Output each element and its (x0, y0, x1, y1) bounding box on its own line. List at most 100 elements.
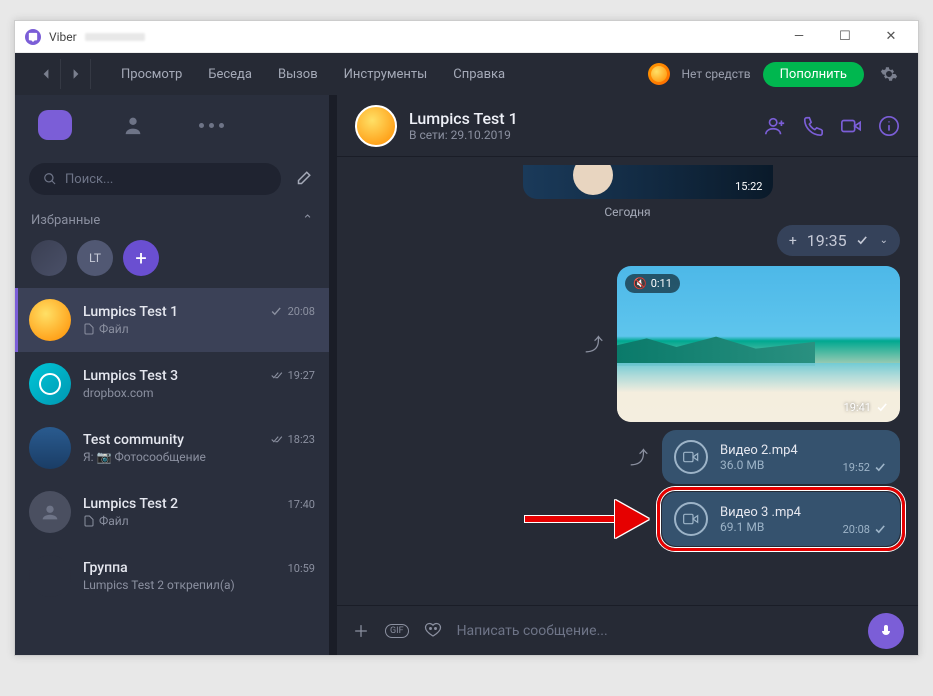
chat-preview: Lumpics Test 2 открепил(а) (83, 578, 315, 592)
sidebar: Поиск... Избранные ⌃ LT + Lumpics Test 1… (15, 95, 330, 655)
msg-time: 15:22 (735, 180, 762, 193)
tab-contacts[interactable] (115, 107, 151, 143)
video-call-button[interactable] (840, 115, 862, 137)
video-time: 19:41 (844, 401, 890, 414)
favorites-label: Избранные (31, 213, 100, 228)
voice-call-button[interactable] (802, 115, 824, 137)
search-input[interactable]: Поиск... (29, 163, 281, 195)
composer: GIF (337, 605, 918, 655)
nav-back-button[interactable] (31, 59, 61, 89)
search-icon (43, 172, 57, 186)
chat-avatar (29, 491, 71, 533)
forward-icon[interactable]: ⤴ (630, 444, 648, 470)
highlighted-annotation: Видео 3 .mp4 69.1 MB 20:08 (662, 492, 900, 546)
chat-item[interactable]: Lumpics Test 2 17:40 Файл (15, 480, 329, 544)
video-file-icon (674, 502, 708, 536)
sidebar-scrollbar[interactable] (330, 95, 337, 655)
chevron-down-icon: ⌄ (880, 235, 888, 246)
favorite-contact-1[interactable] (31, 240, 67, 276)
minimize-button[interactable]: — (776, 21, 822, 53)
chat-item[interactable]: Test community 18:23 Я: 📷 Фотосообщение (15, 416, 329, 480)
contact-avatar[interactable] (355, 105, 397, 147)
tab-chats[interactable] (37, 107, 73, 143)
check-icon (857, 236, 870, 245)
viber-logo-icon (25, 29, 41, 45)
file-time: 19:52 (843, 461, 888, 474)
title-blur (85, 33, 145, 41)
chat-avatar (29, 299, 71, 341)
menu-bar: Просмотр Беседа Вызов Инструменты Справк… (15, 53, 918, 95)
sticker-button[interactable] (423, 621, 443, 641)
chat-avatar (29, 363, 71, 405)
add-favorite-button[interactable]: + (123, 240, 159, 276)
file-icon (83, 323, 95, 335)
tab-more[interactable] (193, 107, 229, 143)
file-message[interactable]: Видео 2.mp4 36.0 MB 19:52 (662, 430, 900, 484)
chevron-up-icon: ⌃ (302, 213, 313, 228)
favorite-contact-2[interactable]: LT (77, 240, 113, 276)
arrow-annotation (524, 500, 649, 538)
video-message[interactable]: 🔇 0:11 19:41 (617, 266, 900, 422)
file-size: 36.0 MB (720, 458, 831, 472)
favorites-header[interactable]: Избранные ⌃ (15, 203, 329, 236)
chat-pane: Lumpics Test 1 В сети: 29.10.2019 15:22 … (337, 95, 918, 655)
chat-time: 18:23 (271, 433, 315, 446)
chat-item[interactable]: Lumpics Test 1 20:08 Файл (15, 288, 329, 352)
close-button[interactable]: ✕ (868, 21, 914, 53)
window-controls: — ☐ ✕ (776, 21, 914, 53)
file-size: 69.1 MB (720, 520, 831, 534)
chat-name: Lumpics Test 3 (83, 368, 178, 384)
chat-list[interactable]: Lumpics Test 1 20:08 Файл Lumpics Test 3 1… (15, 288, 329, 655)
file-message[interactable]: Видео 3 .mp4 69.1 MB 20:08 (662, 492, 900, 546)
message-input[interactable] (457, 623, 854, 639)
chat-item[interactable]: Lumpics Test 3 19:27 dropbox.com (15, 352, 329, 416)
file-name: Видео 3 .mp4 (720, 505, 831, 520)
maximize-button[interactable]: ☐ (822, 21, 868, 53)
chat-name: Test community (83, 432, 184, 448)
nav-forward-button[interactable] (61, 59, 91, 89)
messages-area[interactable]: 15:22 Сегодня + 19:35 ⌄ ⤴ 🔇 0:11 19:41 (337, 157, 918, 605)
info-button[interactable] (878, 115, 900, 137)
add-contact-button[interactable] (764, 115, 786, 137)
video-file-icon (674, 440, 708, 474)
attach-button[interactable] (351, 621, 371, 641)
file-icon (83, 515, 95, 527)
settings-icon[interactable] (876, 61, 902, 87)
chat-name: Группа (83, 560, 128, 576)
video-duration: 🔇 0:11 (625, 274, 680, 293)
chat-preview: Файл (83, 322, 315, 336)
topup-button[interactable]: Пополнить (763, 62, 864, 87)
chat-preview: dropbox.com (83, 386, 315, 400)
old-video-message[interactable]: 15:22 (523, 165, 773, 199)
collapsed-messages[interactable]: + 19:35 ⌄ (777, 225, 900, 256)
window-title: Viber (49, 30, 77, 44)
chat-time: 19:27 (271, 369, 315, 382)
menu-help[interactable]: Справка (453, 67, 505, 82)
chat-name: Lumpics Test 1 (83, 304, 178, 320)
app-window: Viber — ☐ ✕ Просмотр Беседа Вызов Инстру… (14, 20, 919, 656)
menu-tools[interactable]: Инструменты (344, 67, 428, 82)
date-separator: Сегодня (355, 205, 900, 219)
chat-item[interactable]: Группа10:59 Lumpics Test 2 открепил(а) (15, 544, 329, 608)
chat-time: 20:08 (271, 305, 315, 318)
user-avatar[interactable] (648, 63, 670, 85)
file-name: Видео 2.mp4 (720, 443, 831, 458)
chat-time: 17:40 (288, 498, 315, 511)
chat-preview: Я: 📷 Фотосообщение (83, 450, 315, 464)
chat-name: Lumpics Test 2 (83, 496, 178, 512)
menu-chat[interactable]: Беседа (208, 67, 252, 82)
voice-message-button[interactable] (868, 613, 904, 649)
compose-button[interactable] (291, 167, 315, 191)
file-time: 20:08 (843, 523, 888, 536)
menu-items: Просмотр Беседа Вызов Инструменты Справк… (121, 67, 505, 82)
chat-preview: Файл (83, 514, 315, 528)
gif-button[interactable]: GIF (385, 624, 409, 638)
menu-view[interactable]: Просмотр (121, 67, 182, 82)
contact-name: Lumpics Test 1 (409, 109, 752, 128)
chat-avatar (29, 427, 71, 469)
menu-call[interactable]: Вызов (278, 67, 318, 82)
chat-header: Lumpics Test 1 В сети: 29.10.2019 (337, 95, 918, 157)
collapsed-time: 19:35 (807, 231, 847, 250)
balance-text: Нет средств (682, 67, 751, 81)
forward-icon[interactable]: ⤴ (585, 331, 603, 357)
